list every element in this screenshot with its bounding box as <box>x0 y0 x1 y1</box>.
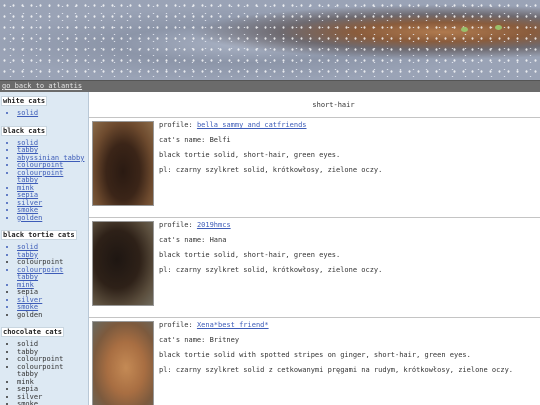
cat-info: profile: 2019hmcs cat's name: Hana black t… <box>159 219 382 317</box>
cat-name: cat's name: Britney <box>159 336 240 344</box>
sidebar-section-title: chocolate cats <box>1 327 65 337</box>
sidebar: white cats solid black cats solidtabbyabyss… <box>0 92 89 405</box>
cat-description: black tortie solid, short-hair, green ey… <box>159 251 341 259</box>
sidebar-item[interactable]: colourpoint tabby <box>17 266 88 282</box>
sidebar-section-title: black tortie cats <box>1 230 77 240</box>
cat-photo[interactable] <box>92 221 154 306</box>
cat-description: black tortie solid with spotted stripes … <box>159 351 471 359</box>
profile-line: profile: bella_sammy_and_catfriends <box>159 122 382 129</box>
sidebar-item[interactable]: golden <box>17 214 88 223</box>
profile-line: profile: 2019hmcs <box>159 222 382 229</box>
header-banner-image <box>0 0 540 80</box>
profile-label: profile: <box>159 221 193 229</box>
cat-photo[interactable] <box>92 321 154 405</box>
category-heading: short-hair <box>312 101 355 109</box>
sidebar-list: solidtabbyabyssinian tabbycolourpointcol… <box>0 139 88 223</box>
sidebar-list: solidtabbycolourpointcolourpoint tabbymi… <box>0 243 88 320</box>
sidebar-list: solid <box>0 109 88 118</box>
cat-entry: profile: Xena*best friend* cat's name: Br… <box>89 318 540 405</box>
sidebar-item: colourpoint tabby <box>17 363 88 379</box>
cat-description-pl: pl: czarny szylkret solid, krótkowłosy, … <box>159 166 383 174</box>
top-nav-bar: go back to atlantis <box>0 80 540 92</box>
profile-label: profile: <box>159 121 193 129</box>
profile-link[interactable]: Xena*best friend* <box>197 321 269 329</box>
cat-entry: profile: bella_sammy_and_catfriends cat's… <box>89 118 540 218</box>
cat-eye-left <box>461 27 468 32</box>
snow-overlay <box>0 0 540 80</box>
sidebar-list: solidtabbycolourpointcolourpoint tabbymi… <box>0 340 88 405</box>
sidebar-item[interactable]: solid <box>17 109 88 118</box>
sidebar-item: golden <box>17 311 88 320</box>
profile-line: profile: Xena*best friend* <box>159 322 513 329</box>
profile-label: profile: <box>159 321 193 329</box>
sidebar-item: smoke <box>17 400 88 405</box>
cat-description: black tortie solid, short-hair, green ey… <box>159 151 341 159</box>
cat-description-pl: pl: czarny szylkret solid, krótkowłosy, … <box>159 266 383 274</box>
cat-name: cat's name: Hana <box>159 236 227 244</box>
cat-photo[interactable] <box>92 121 154 206</box>
sidebar-item[interactable]: colourpoint tabby <box>17 169 88 185</box>
sidebar-section-title: black cats <box>1 125 48 136</box>
cat-name: cat's name: Belfi <box>159 136 231 144</box>
main-content: short-hair profile: bella_sammy_and_catf… <box>89 92 540 405</box>
sidebar-section-title: white cats <box>1 96 48 106</box>
cat-description-pl: pl: czarny szylkret solid z cetkowanymi … <box>159 366 514 374</box>
cat-eye-right <box>495 25 502 30</box>
cat-entry-list: profile: bella_sammy_and_catfriends cat's… <box>89 118 540 405</box>
cat-entry: profile: 2019hmcs cat's name: Hana black t… <box>89 218 540 318</box>
profile-link[interactable]: 2019hmcs <box>197 221 231 229</box>
back-to-atlantis-link[interactable]: go back to atlantis <box>0 82 82 90</box>
cat-info: profile: Xena*best friend* cat's name: Br… <box>159 319 513 405</box>
profile-link[interactable]: bella_sammy_and_catfriends <box>197 121 307 129</box>
cat-info: profile: bella_sammy_and_catfriends cat's… <box>159 119 382 217</box>
